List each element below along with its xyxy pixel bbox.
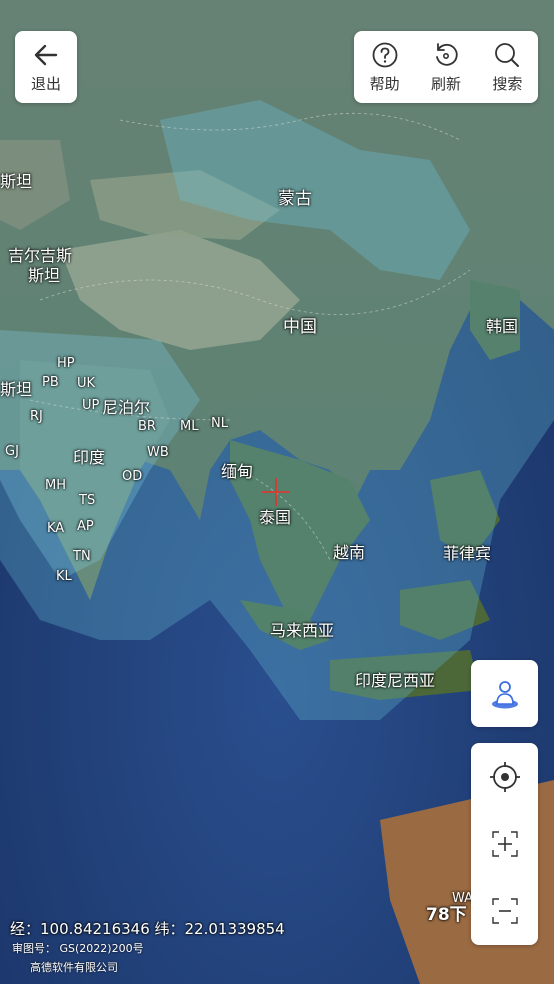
refresh-button[interactable]: 刷新 [415,31,476,103]
help-label: 帮助 [369,74,400,93]
map-label-kyrgyzstan-2: 斯坦 [28,266,61,285]
person-location-icon [491,680,518,708]
review-number: 审图号： GS(2022)200号 [12,942,144,955]
refresh-icon [436,42,458,66]
map-label-malaysia: 马来西亚 [270,621,335,640]
map-label-nepal: 尼泊尔 [102,398,151,417]
map-label-br: BR [138,419,156,434]
map-label-kl: KL [56,569,72,584]
map-label-china: 中国 [283,317,317,337]
map-label-korea: 韩国 [486,317,519,336]
person-location-button[interactable] [471,660,538,727]
locate-target-icon [489,761,520,792]
locate-button[interactable] [471,743,538,810]
zoom-out-button[interactable] [471,878,538,945]
map-label-stan-mid: 斯坦 [0,380,33,399]
zoom-in-icon [491,831,518,857]
map-label-up: UP [82,398,100,413]
map-label-mh: MH [45,478,66,493]
map-label-myanmar: 缅甸 [221,462,254,481]
zoom-out-icon [491,898,518,925]
zoom-in-button[interactable] [471,810,538,877]
map-label-stan-top: 斯坦 [0,172,33,191]
back-label: 退出 [30,74,61,93]
map-label-nl: NL [211,416,228,431]
map-controls [471,743,538,945]
map-label-tn: TN [73,549,91,564]
refresh-label: 刷新 [430,74,461,93]
map-label-indonesia: 印度尼西亚 [355,671,436,690]
map-provider: 高德软件有限公司 [30,961,118,974]
top-toolbar: 帮助 刷新 搜索 [354,31,538,103]
back-button[interactable]: 退出 [15,31,77,103]
map-label-od: OD [122,469,143,484]
map-label-ka: KA [47,521,65,536]
help-button[interactable]: 帮助 [354,31,415,103]
coordinates-readout: 经：100.84216346 纬：22.01339854 [10,920,285,938]
map-label-gj: GJ [5,444,19,459]
map-label-ap: AP [77,519,94,534]
search-icon [495,42,520,67]
map-label-philippines: 菲律宾 [443,544,492,563]
map-label-thailand: 泰国 [259,508,292,527]
search-button[interactable]: 搜索 [477,31,538,103]
map-label-ts: TS [79,493,96,508]
search-label: 搜索 [492,74,523,93]
map-label-ml: ML [180,419,199,434]
map-label-pb: PB [42,375,59,390]
scale-label: 78下 [426,905,467,925]
map-label-uk: UK [77,376,96,391]
map-label-mongolia: 蒙古 [278,189,312,209]
map-label-rj: RJ [30,409,43,424]
map-label-vietnam: 越南 [333,543,366,562]
map-label-wb: WB [147,445,169,460]
map-label-hp: HP [57,356,75,371]
center-crosshair-icon [262,478,290,506]
arrow-left-icon [34,44,58,65]
question-circle-icon [372,42,398,67]
map-label-india: 印度 [73,448,106,467]
